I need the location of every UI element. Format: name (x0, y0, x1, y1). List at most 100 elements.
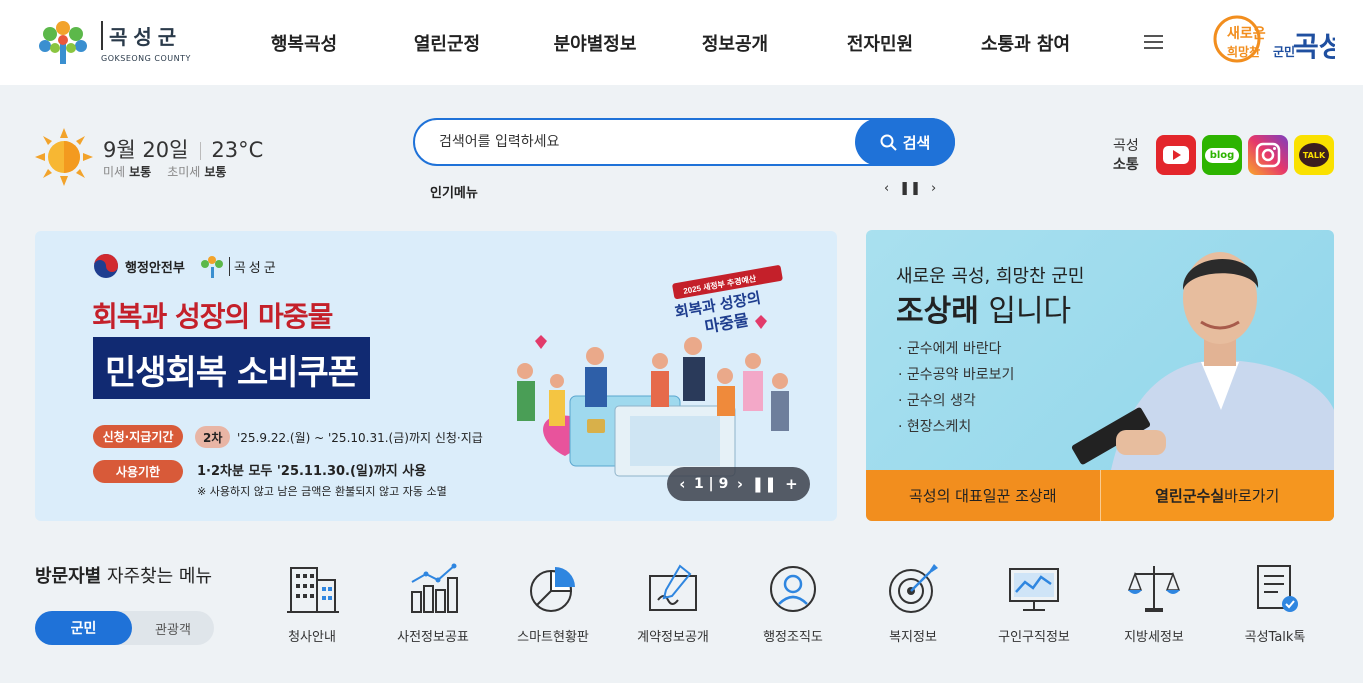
sunny-icon (35, 128, 93, 186)
instagram-icon[interactable] (1248, 135, 1288, 175)
quick-item-contract-info[interactable]: 계약정보공개 (618, 560, 728, 645)
quick-menu-title: 방문자별 자주찾는 메뉴 (35, 562, 212, 588)
quick-item-label: 사전정보공표 (397, 630, 469, 645)
quick-item-office-guide[interactable]: 청사안내 (257, 560, 367, 645)
quick-item-local-tax[interactable]: 지방세정보 (1099, 560, 1209, 645)
quick-item-label: 계약정보공개 (637, 630, 709, 645)
quick-item-label: 행정조직도 (763, 630, 823, 645)
sns-label-line1: 곡성 (1113, 138, 1139, 154)
target-icon (889, 564, 938, 613)
slogan-logo: 새로운 희망찬 군민 곡성 (1213, 15, 1335, 63)
pause-icon[interactable]: ❚❚ (899, 181, 921, 196)
youtube-icon[interactable] (1156, 135, 1196, 175)
slogan-mid: 희망찬 (1227, 44, 1260, 59)
header: 곡성군 GOKSEONG COUNTY 행복곡성 열린군정 분야별정보 정보공개… (0, 0, 1363, 85)
sns-label-line2: 소통 (1113, 157, 1139, 173)
logo[interactable]: 곡성군 GOKSEONG COUNTY (35, 14, 191, 70)
search-input[interactable] (439, 130, 839, 154)
mayor-link-sketch[interactable]: · 현장스케치 (898, 414, 1014, 440)
banner-current-page: 1 (693, 476, 704, 492)
open-mayor-office-label: 바로가기 (1224, 487, 1280, 505)
pie-chart-icon (530, 567, 575, 612)
round-badge: 2차 (195, 426, 231, 448)
logo-korean: 곡성군 (101, 21, 191, 50)
period-text: '25.9.22.(월) ~ '25.10.31.(금)까지 신청·지급 (237, 431, 483, 445)
open-mayor-office-link[interactable]: 열린군수실 바로가기 (1099, 470, 1334, 521)
quick-item-label: 지방세정보 (1124, 630, 1184, 645)
fine-dust-label: 미세 (103, 165, 126, 179)
slogan-top: 새로운 (1227, 25, 1266, 41)
banner-headline: 민생회복 소비쿠폰 (93, 337, 371, 399)
search-button[interactable]: 검색 (855, 118, 955, 166)
weather-temp: 23°C (211, 138, 264, 162)
usage-note: ※ 사용하지 않고 남은 금액은 환불되지 않고 자동 소멸 (197, 485, 447, 498)
menu-icon[interactable] (1144, 35, 1163, 49)
quick-menu-title-bold: 방문자별 (35, 566, 102, 587)
quick-item-label: 복지정보 (889, 630, 937, 645)
scale-icon (1127, 566, 1181, 612)
nav-item-open-gov[interactable]: 열린군정 (373, 30, 521, 56)
kakao-icon-label: TALK (1299, 143, 1329, 167)
banner-total-pages: 9 (718, 476, 729, 492)
open-mayor-office-bold: 열린군수실 (1155, 487, 1225, 505)
main-banner[interactable]: 행정안전부 곡성군 회복과 성장의 마중물 민생회복 소비쿠폰 신청·지급기간 … (35, 231, 837, 521)
quick-item-org-chart[interactable]: 행정조직도 (738, 560, 848, 645)
mayor-representative-label: 곡성의 대표일꾼 조상래 (908, 487, 1057, 505)
banner-organizations: 행정안전부 곡성군 (93, 253, 279, 279)
quick-item-label: 청사안내 (288, 630, 336, 645)
building-icon (287, 567, 339, 613)
chevron-left-icon[interactable]: ‹ (884, 181, 889, 196)
ultra-dust-label: 초미세 (167, 165, 201, 179)
fine-dust-value: 보통 (129, 165, 152, 179)
mayor-photo (1071, 252, 1334, 470)
nav-item-e-civil[interactable]: 전자민원 (801, 30, 959, 56)
quick-item-smart-board[interactable]: 스마트현황판 (498, 560, 608, 645)
period-tag: 신청·지급기간 (93, 425, 183, 448)
mayor-link-thoughts[interactable]: · 군수의 생각 (898, 388, 1014, 414)
logo-english: GOKSEONG COUNTY (101, 54, 191, 63)
chevron-right-icon[interactable]: › (931, 181, 936, 196)
quick-item-pre-disclosure[interactable]: 사전정보공표 (378, 560, 488, 645)
mayor-link-request[interactable]: · 군수에게 바란다 (898, 336, 1014, 362)
mayor-links: · 군수에게 바란다 · 군수공약 바로보기 · 군수의 생각 · 현장스케치 (898, 336, 1014, 440)
weather-date: 9월 20일 (103, 138, 189, 162)
nav-item-communication[interactable]: 소통과 참여 (959, 30, 1092, 56)
mayor-banner: 새로운 곡성, 희망찬 군민 조상래 입니다 · 군수에게 바란다 · 군수공약… (866, 230, 1334, 521)
banner-org-county: 곡성군 (228, 256, 279, 276)
popular-menu-controls: ‹ ❚❚ › (884, 181, 936, 196)
search-button-label: 검색 (902, 134, 931, 152)
quick-item-welfare[interactable]: 복지정보 (858, 560, 968, 645)
quick-item-jobs[interactable]: 구인구직정보 (979, 560, 1089, 645)
usage-tag: 사용기한 (93, 460, 183, 483)
mayor-subtitle: 새로운 곡성, 희망찬 군민 (896, 266, 1085, 287)
search-bar: 검색 (413, 118, 955, 166)
mayor-name: 조상래 (896, 294, 979, 329)
chevron-right-icon[interactable]: › (737, 475, 743, 493)
person-icon (770, 566, 816, 612)
plus-icon[interactable]: + (785, 475, 798, 493)
quick-menu-title-rest: 자주찾는 메뉴 (101, 566, 213, 587)
tree-logo-icon (39, 21, 87, 64)
kakaotalk-icon[interactable]: TALK (1294, 135, 1334, 175)
mayor-name-suffix: 입니다 (978, 294, 1072, 329)
popular-menu-label: 인기메뉴 (430, 186, 478, 201)
nav-item-happy[interactable]: 행복곡성 (235, 30, 373, 56)
ultra-dust-value: 보통 (204, 165, 227, 179)
tab-resident[interactable]: 군민 (35, 611, 132, 645)
quick-item-label: 구인구직정보 (998, 630, 1070, 645)
visitor-toggle: 군민 관광객 (35, 611, 214, 645)
nav-item-disclosure[interactable]: 정보공개 (669, 30, 801, 56)
pause-icon[interactable]: ❚❚ (752, 475, 777, 493)
quick-item-label: 곡성Talk톡 (1244, 630, 1306, 645)
quick-item-label: 스마트현황판 (517, 630, 589, 645)
slogan-main: 곡성 (1293, 31, 1335, 62)
chevron-left-icon[interactable]: ‹ (679, 475, 685, 493)
mayor-link-pledge[interactable]: · 군수공약 바로보기 (898, 362, 1014, 388)
quick-item-talk[interactable]: 곡성Talk톡 (1220, 560, 1330, 645)
tree-logo-small-icon (200, 256, 223, 278)
blog-icon[interactable]: blog (1202, 135, 1242, 175)
sns-label: 곡성 소통 (1113, 137, 1139, 175)
tab-tourist[interactable]: 관광객 (132, 611, 214, 645)
nav-item-field-info[interactable]: 분야별정보 (521, 30, 669, 56)
mayor-representative-link[interactable]: 곡성의 대표일꾼 조상래 (866, 470, 1100, 521)
